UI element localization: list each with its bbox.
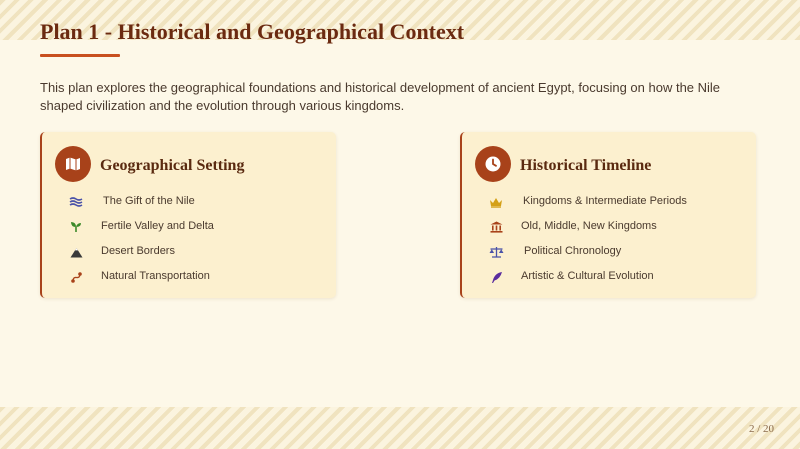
list-item: Kingdoms & Intermediate Periods xyxy=(488,194,687,210)
list-item-label: Old, Middle, New Kingdoms xyxy=(521,220,657,232)
water-icon xyxy=(68,195,84,209)
list-item-label: Political Chronology xyxy=(524,245,622,257)
title-underline xyxy=(40,54,120,57)
list-item: Fertile Valley and Delta xyxy=(68,219,214,235)
list-item: Desert Borders xyxy=(68,244,175,260)
historical-timeline-card: Historical Timeline Kingdoms & Intermedi… xyxy=(460,132,756,298)
list-item: Natural Transportation xyxy=(68,269,210,285)
card-title: Historical Timeline xyxy=(520,157,652,174)
intro-paragraph: This plan explores the geographical foun… xyxy=(40,80,721,113)
list-item-label: Fertile Valley and Delta xyxy=(101,220,214,232)
footer-stripe-band xyxy=(0,407,800,449)
list-item: Artistic & Cultural Evolution xyxy=(488,269,654,285)
list-item: The Gift of the Nile xyxy=(68,194,195,210)
landmark-icon xyxy=(488,220,504,234)
list-item-label: Desert Borders xyxy=(101,245,175,257)
list-item-label: Natural Transportation xyxy=(101,270,210,282)
feather-icon xyxy=(488,270,504,284)
list-item: Political Chronology xyxy=(488,244,621,260)
clock-icon xyxy=(475,146,511,182)
list-item-label: The Gift of the Nile xyxy=(103,195,195,207)
card-title: Geographical Setting xyxy=(100,157,245,174)
list-item-label: Artistic & Cultural Evolution xyxy=(521,270,654,282)
list-item: Old, Middle, New Kingdoms xyxy=(488,219,657,235)
map-icon xyxy=(55,146,91,182)
mountain-icon xyxy=(68,245,84,259)
route-icon xyxy=(68,270,84,284)
geographical-setting-card: Geographical Setting The Gift of the Nil… xyxy=(40,132,336,298)
crown-icon xyxy=(488,195,504,209)
seedling-icon xyxy=(68,220,84,234)
slide-title: Plan 1 - Historical and Geographical Con… xyxy=(40,19,465,44)
balance-scale-icon xyxy=(488,245,504,259)
page-indicator: 2 / 20 xyxy=(748,423,774,435)
list-item-label: Kingdoms & Intermediate Periods xyxy=(523,195,687,207)
